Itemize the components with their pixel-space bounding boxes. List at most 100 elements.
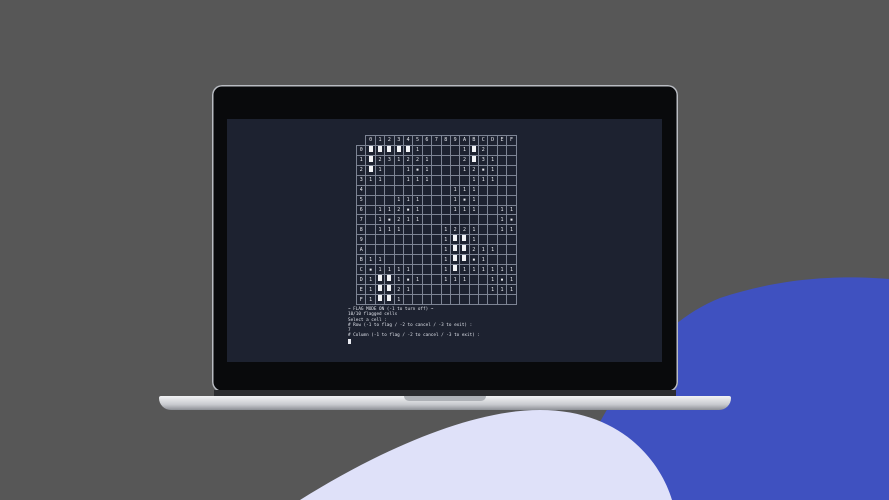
board-cell[interactable]: 1 — [393, 264, 404, 276]
board-cell[interactable]: 2 — [459, 154, 470, 166]
board-cell[interactable] — [402, 224, 414, 236]
board-cell[interactable]: 2 — [468, 164, 480, 176]
board-cell[interactable] — [421, 274, 433, 286]
board-cell[interactable] — [487, 224, 498, 236]
board-cell[interactable] — [449, 164, 461, 176]
board-cell[interactable]: 1 — [365, 254, 376, 266]
board-cell[interactable]: 1 — [468, 184, 480, 196]
board-cell[interactable] — [440, 214, 451, 226]
board-cell[interactable] — [468, 274, 480, 286]
board-cell[interactable] — [496, 254, 508, 266]
unrevealed-cell[interactable] — [384, 284, 395, 296]
board-cell[interactable]: ▪ — [384, 214, 395, 226]
board-cell[interactable] — [402, 184, 414, 196]
board-cell[interactable] — [487, 254, 498, 266]
board-cell[interactable] — [496, 184, 508, 196]
board-cell[interactable]: 1 — [459, 164, 470, 176]
board-cell[interactable] — [496, 294, 508, 306]
board-cell[interactable]: 1 — [440, 274, 451, 286]
board-cell[interactable]: ▪ — [365, 264, 376, 276]
board-cell[interactable] — [421, 184, 433, 196]
board-cell[interactable]: ▪ — [402, 274, 414, 286]
board-cell[interactable] — [449, 214, 461, 226]
board-cell[interactable] — [421, 144, 433, 156]
board-cell[interactable] — [402, 234, 414, 246]
board-cell[interactable] — [421, 234, 433, 246]
board-cell[interactable] — [496, 194, 508, 206]
board-cell[interactable] — [431, 184, 442, 196]
unrevealed-cell[interactable] — [468, 144, 480, 156]
board-cell[interactable] — [459, 294, 470, 306]
board-cell[interactable] — [431, 174, 442, 186]
board-cell[interactable]: 2 — [449, 224, 461, 236]
board-cell[interactable] — [421, 194, 433, 206]
board-cell[interactable] — [431, 204, 442, 216]
board-cell[interactable] — [365, 244, 376, 256]
board-cell[interactable]: 1 — [365, 284, 376, 296]
board-cell[interactable]: 1 — [412, 144, 423, 156]
board-cell[interactable]: 2 — [468, 244, 480, 256]
board-cell[interactable] — [431, 154, 442, 166]
board-cell[interactable]: 1 — [468, 194, 480, 206]
board-cell[interactable] — [365, 184, 376, 196]
board-cell[interactable]: 1 — [440, 224, 451, 236]
board-cell[interactable]: 1 — [421, 154, 433, 166]
board-cell[interactable] — [431, 224, 442, 236]
unrevealed-cell[interactable] — [384, 274, 395, 286]
board-cell[interactable] — [440, 294, 451, 306]
board-cell[interactable]: 1 — [478, 244, 489, 256]
board-cell[interactable] — [449, 144, 461, 156]
board-cell[interactable] — [449, 154, 461, 166]
board-cell[interactable] — [496, 244, 508, 256]
board-cell[interactable] — [412, 284, 423, 296]
board-cell[interactable]: 1 — [374, 224, 386, 236]
board-cell[interactable]: 1 — [487, 174, 498, 186]
board-cell[interactable] — [506, 194, 517, 206]
board-cell[interactable] — [431, 294, 442, 306]
board-cell[interactable] — [440, 204, 451, 216]
board-cell[interactable] — [374, 244, 386, 256]
board-cell[interactable] — [449, 284, 461, 296]
board-cell[interactable] — [374, 184, 386, 196]
board-cell[interactable]: ▪ — [478, 164, 489, 176]
board-cell[interactable]: ▪ — [412, 164, 423, 176]
board-cell[interactable] — [431, 144, 442, 156]
unrevealed-cell[interactable] — [365, 154, 376, 166]
board-cell[interactable] — [421, 284, 433, 296]
board-cell[interactable]: ▪ — [496, 274, 508, 286]
board-cell[interactable] — [421, 244, 433, 256]
board-cell[interactable] — [431, 234, 442, 246]
board-cell[interactable] — [365, 234, 376, 246]
board-cell[interactable]: 1 — [449, 194, 461, 206]
board-cell[interactable] — [393, 174, 404, 186]
board-cell[interactable] — [506, 144, 517, 156]
board-cell[interactable] — [393, 164, 404, 176]
board-cell[interactable] — [421, 214, 433, 226]
board-cell[interactable] — [506, 174, 517, 186]
board-cell[interactable] — [506, 154, 517, 166]
board-cell[interactable]: 1 — [468, 224, 480, 236]
board-cell[interactable] — [374, 234, 386, 246]
board-cell[interactable]: 1 — [496, 264, 508, 276]
board-cell[interactable]: 3 — [478, 154, 489, 166]
board-cell[interactable] — [478, 204, 489, 216]
unrevealed-cell[interactable] — [468, 154, 480, 166]
board-cell[interactable] — [459, 284, 470, 296]
board-cell[interactable] — [487, 194, 498, 206]
board-cell[interactable]: 3 — [384, 154, 395, 166]
board-cell[interactable]: 1 — [393, 224, 404, 236]
board-cell[interactable]: 2 — [459, 224, 470, 236]
board-cell[interactable] — [487, 294, 498, 306]
unrevealed-cell[interactable] — [449, 244, 461, 256]
board-cell[interactable] — [431, 264, 442, 276]
board-cell[interactable]: 2 — [393, 284, 404, 296]
board-cell[interactable] — [421, 254, 433, 266]
board-cell[interactable] — [440, 164, 451, 176]
board-cell[interactable] — [431, 194, 442, 206]
board-cell[interactable]: 1 — [402, 194, 414, 206]
board-cell[interactable]: 1 — [487, 244, 498, 256]
board-cell[interactable]: 1 — [496, 214, 508, 226]
board-cell[interactable] — [478, 194, 489, 206]
board-cell[interactable]: 1 — [478, 254, 489, 266]
board-cell[interactable] — [412, 264, 423, 276]
